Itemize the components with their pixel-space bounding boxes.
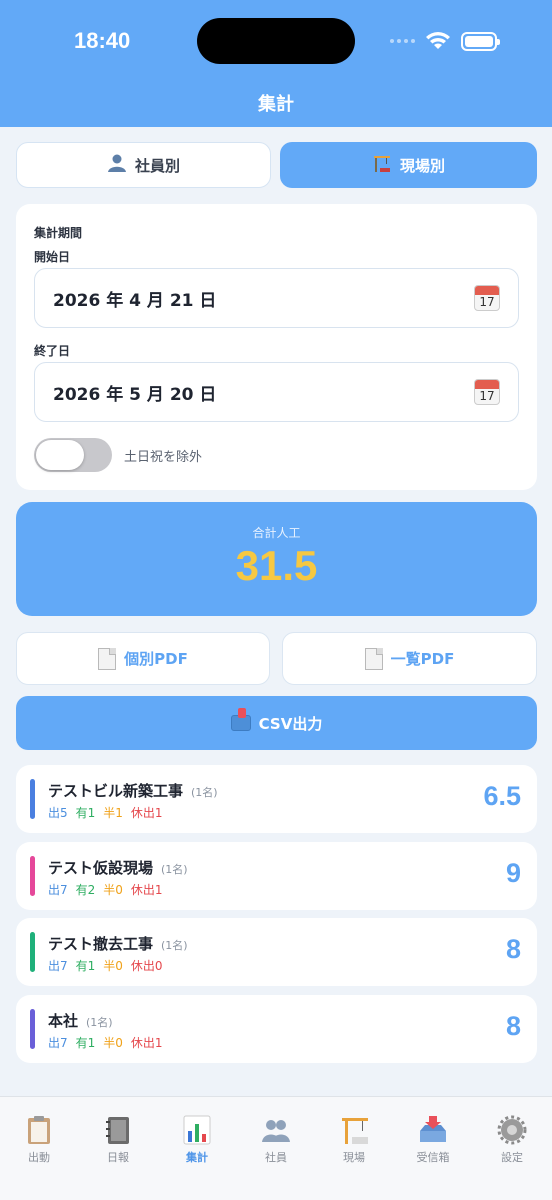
stat-holiday-work: 休出1 [130, 883, 163, 897]
stat-out: 出7 [48, 1036, 68, 1050]
tab-daily-report[interactable]: 日報 [79, 1115, 157, 1165]
people-icon [262, 1120, 290, 1142]
site-name: テスト撤去工事 [48, 935, 154, 953]
site-total: 6.5 [483, 781, 521, 811]
end-date-value: 2026 年 5 月 20 日 [53, 384, 217, 405]
gear-icon [497, 1115, 527, 1145]
document-icon [364, 647, 383, 670]
stat-half-day: 半0 [103, 883, 123, 897]
site-worker-count: (1名) [191, 786, 218, 799]
period-heading: 集計期間 [34, 226, 83, 240]
end-date-field[interactable]: 2026 年 5 月 20 日 17 [34, 362, 519, 422]
individual-pdf-button[interactable]: 個別PDF [16, 632, 270, 685]
battery-icon [461, 31, 500, 51]
tab-dispatch[interactable]: 出動 [0, 1115, 78, 1165]
site-name: テスト仮設現場 [48, 859, 154, 877]
stat-out: 出7 [48, 883, 68, 897]
stat-half-day: 半0 [103, 1036, 123, 1050]
wifi-icon [426, 32, 450, 49]
start-date-value: 2026 年 4 月 21 日 [53, 290, 217, 311]
site-worker-count: (1名) [161, 939, 188, 952]
segment-label: 社員別 [134, 156, 180, 175]
list-pdf-button[interactable]: 一覧PDF [282, 632, 537, 685]
inbox-icon [420, 1116, 446, 1142]
calendar-icon: 17 [474, 379, 500, 405]
stat-holiday-work: 休出0 [130, 959, 163, 973]
clipboard-icon [28, 1116, 50, 1144]
person-icon [107, 153, 127, 178]
site-color-bar [30, 779, 35, 819]
stat-out: 出7 [48, 959, 68, 973]
csv-export-button[interactable]: CSV出力 [16, 696, 537, 750]
stat-half-day: 半0 [103, 959, 123, 973]
crane-icon [342, 1118, 368, 1144]
site-name: 本社 [48, 1012, 79, 1030]
total-label: 合計人工 [252, 526, 301, 540]
tab-inbox[interactable]: 受信箱 [394, 1115, 472, 1165]
stat-holiday-work: 休出1 [130, 1036, 163, 1050]
signal-icon [390, 39, 415, 43]
segment-label: 現場別 [399, 156, 445, 175]
crane-icon [372, 153, 392, 178]
site-total: 8 [505, 1011, 521, 1041]
stat-paid-leave: 有1 [75, 806, 96, 820]
site-row[interactable]: テスト撤去工事 (1名) 出7 有1 半0 休出0 8 [16, 918, 537, 986]
exclude-holidays-toggle[interactable] [34, 438, 112, 472]
outbox-icon [230, 708, 251, 731]
csv-export-label: CSV出力 [258, 714, 323, 733]
stat-paid-leave: 有1 [75, 959, 96, 973]
header: 18:40 集計 [0, 0, 552, 127]
period-card: 集計期間 開始日 2026 年 4 月 21 日 17 終了日 2026 年 5… [16, 204, 537, 490]
site-row[interactable]: テストビル新築工事 (1名) 出5 有1 半1 休出1 6.5 [16, 765, 537, 833]
tab-summary[interactable]: 集計 [158, 1115, 236, 1165]
site-worker-count: (1名) [86, 1016, 113, 1029]
page-title: 集計 [258, 94, 294, 115]
site-worker-count: (1名) [161, 863, 188, 876]
stat-half-day: 半1 [103, 806, 123, 820]
stat-out: 出5 [48, 806, 68, 820]
bar-chart-icon [183, 1115, 211, 1145]
tab-employees[interactable]: 社員 [237, 1115, 315, 1165]
exclude-holidays-label: 土日祝を除外 [124, 450, 203, 465]
start-date-label: 開始日 [34, 250, 71, 264]
site-color-bar [30, 1009, 35, 1049]
tab-sites[interactable]: 現場 [315, 1115, 393, 1165]
site-total: 9 [505, 858, 521, 888]
individual-pdf-label: 個別PDF [124, 650, 188, 668]
status-time: 18:40 [74, 28, 131, 53]
stat-paid-leave: 有2 [75, 883, 96, 897]
stat-holiday-work: 休出1 [130, 806, 163, 820]
site-total: 8 [505, 934, 521, 964]
list-pdf-label: 一覧PDF [390, 650, 455, 668]
site-row[interactable]: テスト仮設現場 (1名) 出7 有2 半0 休出1 9 [16, 842, 537, 910]
dynamic-island [197, 18, 355, 64]
segment-by-site[interactable]: 現場別 [280, 142, 537, 188]
end-date-label: 終了日 [34, 344, 71, 358]
segment-by-employee[interactable]: 社員別 [16, 142, 271, 188]
start-date-field[interactable]: 2026 年 4 月 21 日 17 [34, 268, 519, 328]
site-color-bar [30, 932, 35, 972]
tab-settings[interactable]: 設定 [473, 1115, 551, 1165]
tab-bar: 出動 日報 集計 社員 現場 受信箱 設定 [0, 1096, 552, 1200]
document-icon [98, 647, 117, 670]
stat-paid-leave: 有1 [75, 1036, 96, 1050]
total-card: 合計人工 31.5 [16, 502, 537, 616]
status-indicators [390, 30, 500, 52]
site-row[interactable]: 本社 (1名) 出7 有1 半0 休出1 8 [16, 995, 537, 1063]
total-value: 31.5 [235, 542, 318, 589]
site-color-bar [30, 856, 35, 896]
calendar-icon: 17 [474, 285, 500, 311]
site-name: テストビル新築工事 [48, 782, 184, 800]
notebook-icon [106, 1117, 129, 1144]
